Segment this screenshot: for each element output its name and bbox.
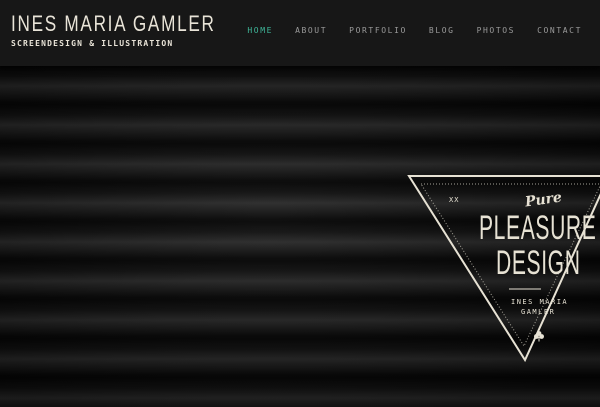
badge-name-line2: GAMLER [521,308,556,316]
badge-headline-line2: DESIGN [496,244,581,282]
page: INES MARIA GAMLER SCREENDESIGN & ILLUSTR… [0,0,600,407]
main-nav: HOME ABOUT PORTFOLIO BLOG PHOTOS CONTACT [225,26,582,36]
nav-item-photos[interactable]: PHOTOS [477,26,516,36]
badge-name-line1: INES MARIA [511,298,569,306]
pleasure-design-badge: XX Pure PLEASURE DESIGN INES MARIA GAMLE… [405,172,600,387]
nav-item-contact[interactable]: CONTACT [537,26,582,36]
nav-item-portfolio[interactable]: PORTFOLIO [349,26,407,36]
badge-headline-line1: PLEASURE [479,209,597,247]
site-subtitle: SCREENDESIGN & ILLUSTRATION [11,39,174,48]
site-header: INES MARIA GAMLER SCREENDESIGN & ILLUSTR… [0,0,600,66]
clover-icon [534,331,544,342]
nav-item-about[interactable]: ABOUT [295,26,327,36]
site-title[interactable]: INES MARIA GAMLER [11,13,216,35]
nav-item-home[interactable]: HOME [247,26,273,36]
badge-marker: XX [449,196,460,204]
nav-item-blog[interactable]: BLOG [429,26,455,36]
